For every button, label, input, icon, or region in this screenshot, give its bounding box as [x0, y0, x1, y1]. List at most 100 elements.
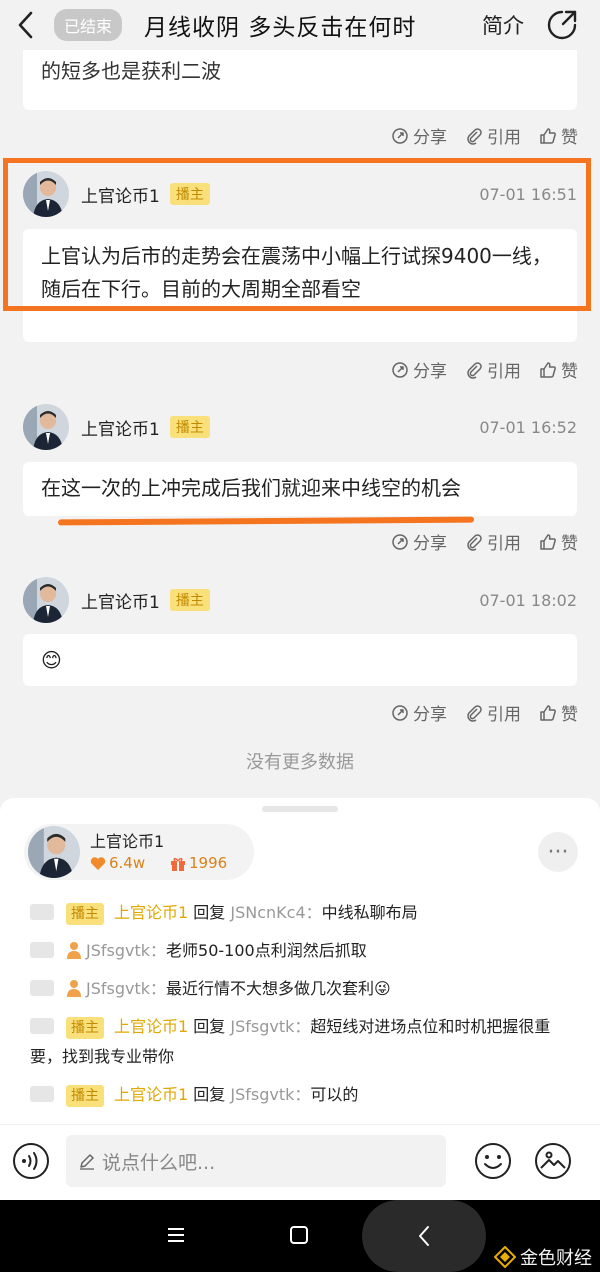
chat-text: 可以的: [310, 1085, 359, 1104]
host-badge: 播主: [66, 1017, 104, 1039]
top-bar: 已结束 月线收阴 多头反击在何时 简介: [0, 0, 600, 50]
level-icon: [30, 903, 54, 920]
avatar[interactable]: [23, 577, 69, 623]
highlight-annotation: [3, 158, 591, 311]
avatar[interactable]: [23, 404, 69, 450]
underline-annotation: [57, 516, 475, 526]
message-header: 上官论币1 播主 07-01 18:02: [23, 575, 577, 625]
chevron-left-icon: [18, 11, 33, 39]
author-name[interactable]: 上官论币1: [81, 415, 160, 440]
chat-text: 中线私聊布局: [321, 903, 418, 922]
chat-message: 播主 上官论币1 回复 JSfsgvtk：超短线对进场点位和时机把握很重要，找到我…: [30, 1012, 575, 1072]
gift-icon: [171, 857, 185, 871]
share-action[interactable]: 分享: [391, 529, 447, 554]
quote-action[interactable]: 引用: [465, 357, 521, 382]
paperclip-icon: [467, 704, 482, 722]
share-icon: [392, 127, 408, 144]
host-card[interactable]: 上官论币1 6.4w 1996: [24, 824, 254, 880]
message-card: 在这一次的上冲完成后我们就迎来中线空的机会: [23, 462, 577, 516]
system-nav-bar: 金色财经: [0, 1200, 600, 1272]
system-back-button[interactable]: [362, 1200, 486, 1272]
home-button[interactable]: [290, 1226, 308, 1244]
message-header: 上官论币1 播主 07-01 16:52: [23, 402, 577, 452]
paperclip-icon: [467, 533, 482, 551]
sender-name: JSfsgvtk：: [86, 979, 167, 998]
chat-list: 播主 上官论币1 回复 JSNcnKc4：中线私聊布局 JSfsgvtk：老师50…: [30, 898, 575, 1118]
emoji-icon[interactable]: [474, 1142, 512, 1180]
input-bar: 说点什么吧...: [0, 1124, 600, 1200]
like-action[interactable]: 赞: [539, 529, 578, 554]
image-icon[interactable]: [534, 1142, 572, 1180]
sender-name: 上官论币1: [114, 903, 189, 922]
input-placeholder: 说点什么吧...: [102, 1151, 216, 1174]
level-icon: [30, 979, 54, 996]
heat-count: 6.4w: [90, 854, 145, 872]
no-more-data-text: 没有更多数据: [246, 752, 354, 773]
message-card: 😊: [23, 634, 577, 686]
host-badge: 播主: [169, 416, 210, 438]
thumbs-up-icon: [540, 361, 556, 378]
host-avatar[interactable]: [28, 826, 80, 878]
menu-icon[interactable]: [166, 1226, 186, 1244]
chevron-left-icon: [419, 1226, 429, 1246]
chat-message: JSfsgvtk：老师50-100点利润然后抓取: [30, 936, 575, 966]
share-icon: [392, 361, 408, 378]
host-badge: 播主: [66, 1085, 104, 1107]
sender-name: 上官论币1: [114, 1017, 189, 1036]
drag-handle[interactable]: [262, 806, 338, 812]
like-action[interactable]: 赞: [539, 123, 578, 148]
reply-target: JSfsgvtk：: [230, 1085, 311, 1104]
more-options-button[interactable]: ···: [538, 832, 578, 872]
level-icon: [30, 1085, 54, 1102]
user-icon: [67, 979, 81, 997]
level-icon: [30, 1017, 54, 1034]
host-name: 上官论币1: [90, 832, 165, 851]
sender-name: 上官论币1: [114, 1085, 189, 1104]
quote-action[interactable]: 引用: [465, 700, 521, 725]
author-name[interactable]: 上官论币1: [81, 588, 160, 613]
brand-logo-icon: [494, 1246, 516, 1268]
share-action[interactable]: 分享: [391, 123, 447, 148]
like-action[interactable]: 赞: [539, 700, 578, 725]
share-icon: [392, 704, 408, 721]
message-text: 😊: [41, 648, 62, 672]
chat-text: 老师50-100点利润然后抓取: [166, 941, 367, 960]
comment-input[interactable]: 说点什么吧...: [66, 1135, 446, 1187]
share-action[interactable]: 分享: [391, 700, 447, 725]
heart-icon: [90, 856, 106, 870]
like-action[interactable]: 赞: [539, 357, 578, 382]
thumbs-up-icon: [540, 704, 556, 721]
watermark-text: 金色财经: [520, 1248, 592, 1269]
reply-verb: 回复: [193, 1085, 226, 1104]
message-actions: 分享 引用 赞: [391, 123, 578, 148]
reply-verb: 回复: [193, 903, 226, 922]
timestamp: 07-01 18:02: [479, 590, 577, 610]
gift-count: 1996: [170, 854, 227, 872]
sender-name: JSfsgvtk：: [86, 941, 167, 960]
page-title: 月线收阴 多头反击在何时: [144, 15, 417, 41]
ended-status-tag: 已结束: [54, 9, 123, 41]
chat-message: 播主 上官论币1 回复 JSfsgvtk：可以的: [30, 1080, 575, 1110]
reply-verb: 回复: [193, 1017, 226, 1036]
live-chat-panel: 上官论币1 6.4w 1996 ··· 播主 上官论币1 回复 JSNcnKc4：…: [0, 798, 600, 1138]
back-button[interactable]: [6, 0, 46, 50]
quote-action[interactable]: 引用: [465, 123, 521, 148]
voice-icon[interactable]: [12, 1142, 50, 1180]
host-badge: 播主: [66, 903, 104, 925]
share-action[interactable]: 分享: [391, 357, 447, 382]
share-icon[interactable]: [546, 9, 578, 41]
intro-link[interactable]: 简介: [482, 10, 524, 40]
chat-message: 播主 上官论币1 回复 JSNcnKc4：中线私聊布局: [30, 898, 575, 928]
thumbs-up-icon: [540, 127, 556, 144]
chat-message: JSfsgvtk：最近行情不大想多做几次套利😜: [30, 974, 575, 1004]
thumbs-up-icon: [540, 533, 556, 550]
watermark: 金色财经: [494, 1244, 592, 1270]
timestamp: 07-01 16:52: [479, 417, 577, 437]
level-icon: [30, 941, 54, 958]
user-icon: [67, 941, 81, 959]
quote-action[interactable]: 引用: [465, 529, 521, 554]
message-actions: 分享 引用 赞: [391, 529, 578, 554]
chat-text: 最近行情不大想多做几次套利😜: [166, 979, 391, 998]
pencil-icon: [80, 1154, 94, 1170]
paperclip-icon: [467, 361, 482, 379]
